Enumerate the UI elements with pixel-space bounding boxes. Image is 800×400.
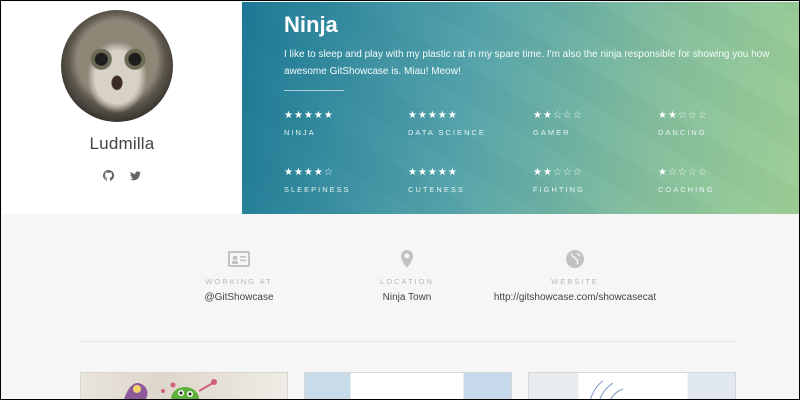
hero-divider — [284, 90, 344, 91]
project-thumbnail — [589, 380, 624, 399]
skill-stars: ★★☆☆☆ — [533, 110, 653, 122]
skill-label: CUTENESS — [408, 185, 465, 194]
skill-gamer: ★★☆☆☆ GAMER — [533, 110, 653, 137]
skill-fighting: ★★☆☆☆ FIGHTING — [533, 167, 653, 194]
empty-stars: ☆☆☆ — [552, 110, 583, 121]
skill-cuteness: ★★★★★ CUTENESS — [408, 167, 528, 194]
filled-stars: ★★★★ — [284, 167, 324, 178]
filled-stars: ★★ — [533, 167, 553, 178]
empty-stars: ☆☆☆ — [677, 110, 708, 121]
skills-grid: ★★★★★ NINJA ★★★★★ DATA SCIENCE ★★☆☆☆ GAM… — [284, 110, 784, 200]
skill-ninja: ★★★★★ NINJA — [284, 110, 404, 137]
page-frame: Ludmilla Ninja I like to sleep and play … — [0, 0, 800, 400]
skill-label: DATA SCIENCE — [408, 128, 486, 137]
skill-stars: ★★★★★ — [408, 110, 528, 122]
skill-label: DANCING — [658, 128, 707, 137]
filled-stars: ★★★★★ — [408, 167, 458, 178]
filled-stars: ★★ — [533, 110, 553, 121]
empty-stars: ☆☆☆ — [552, 167, 583, 178]
filled-stars: ★ — [658, 167, 668, 178]
project-card[interactable] — [80, 372, 288, 399]
info-label: WEBSITE — [551, 277, 599, 286]
skill-label: GAMER — [533, 128, 571, 137]
hero-bio: I like to sleep and play with my plastic… — [284, 49, 770, 77]
skill-coaching: ★☆☆☆☆ COACHING — [658, 167, 778, 194]
skill-sleepiness: ★★★★☆ SLEEPINESS — [284, 167, 404, 194]
skill-stars: ★★☆☆☆ — [658, 110, 778, 122]
skill-label: SLEEPINESS — [284, 185, 351, 194]
filled-stars: ★★★★★ — [284, 110, 334, 121]
globe-icon — [475, 249, 675, 269]
section-divider — [81, 341, 737, 342]
profile-card: Ludmilla — [2, 2, 242, 214]
skill-dancing: ★★☆☆☆ DANCING — [658, 110, 778, 137]
twitter-icon[interactable] — [130, 168, 142, 186]
info-value[interactable]: http://gitshowcase.com/showcasecat — [475, 292, 675, 303]
skill-stars: ★★★★☆ — [284, 167, 404, 179]
skill-stars: ★★★★★ — [408, 167, 528, 179]
skill-label: NINJA — [284, 128, 316, 137]
github-icon[interactable] — [102, 168, 114, 186]
hero-title: Ninja — [284, 12, 338, 37]
skill-data-science: ★★★★★ DATA SCIENCE — [408, 110, 528, 137]
skill-label: COACHING — [658, 185, 715, 194]
avatar[interactable] — [61, 10, 173, 122]
empty-stars: ☆ — [323, 167, 334, 178]
social-links — [2, 168, 242, 186]
project-thumbnail — [124, 379, 217, 399]
profile-name: Ludmilla — [89, 134, 155, 153]
skill-label: FIGHTING — [533, 185, 585, 194]
project-card[interactable] — [304, 372, 512, 399]
skill-stars: ★★★★★ — [284, 110, 404, 122]
filled-stars: ★★ — [658, 110, 678, 121]
skill-stars: ★☆☆☆☆ — [658, 167, 778, 179]
empty-stars: ☆☆☆☆ — [667, 167, 708, 178]
info-website: WEBSITE http://gitshowcase.com/showcasec… — [475, 249, 675, 303]
filled-stars: ★★★★★ — [408, 110, 458, 121]
profile-hero: Ninja I like to sleep and play with my p… — [242, 2, 799, 214]
project-card[interactable] — [528, 372, 736, 399]
skill-stars: ★★☆☆☆ — [533, 167, 653, 179]
